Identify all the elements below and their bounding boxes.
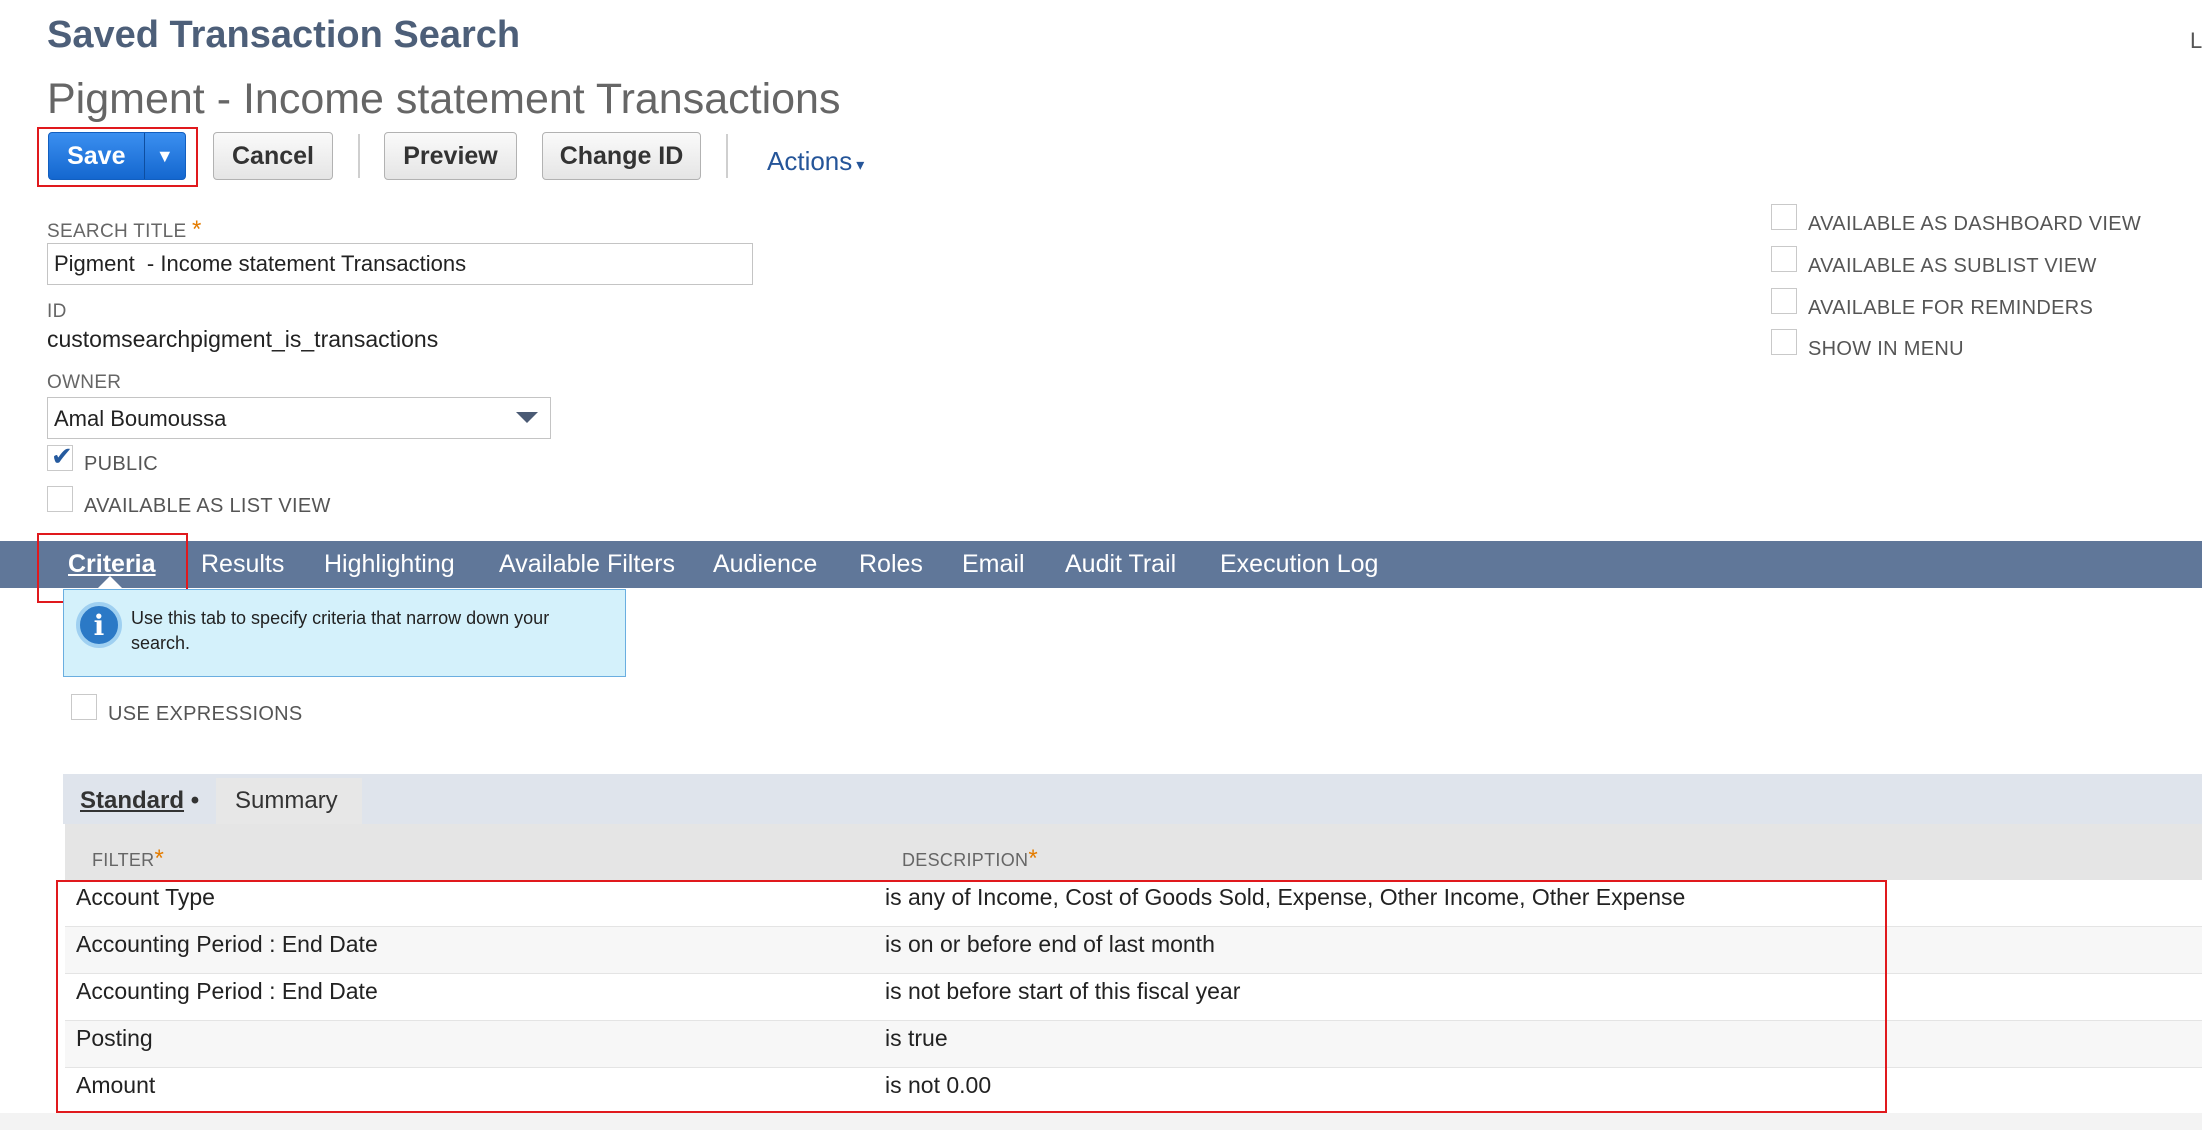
tab-available-filters[interactable]: Available Filters xyxy=(499,550,675,579)
id-label: ID xyxy=(47,301,67,322)
table-row[interactable]: Posting is true xyxy=(65,1021,2202,1068)
dashboard-view-label: AVAILABLE AS DASHBOARD VIEW xyxy=(1808,213,2142,235)
tab-audience[interactable]: Audience xyxy=(713,550,817,579)
subtab-standard[interactable]: Standard • xyxy=(80,787,199,815)
actions-menu[interactable]: Actions ▾ xyxy=(767,146,864,177)
sublist-view-checkbox[interactable] xyxy=(1771,246,1797,272)
show-in-menu-checkbox[interactable] xyxy=(1771,329,1797,355)
description-cell[interactable]: is true xyxy=(885,1025,948,1052)
filter-cell[interactable]: Accounting Period : End Date xyxy=(76,978,378,1005)
tab-audit-trail[interactable]: Audit Trail xyxy=(1065,550,1176,579)
filter-cell[interactable]: Account Type xyxy=(76,884,215,911)
tab-execution-log[interactable]: Execution Log xyxy=(1220,550,1378,579)
actions-label[interactable]: Actions xyxy=(767,146,852,176)
reminders-checkbox[interactable] xyxy=(1771,288,1797,314)
required-star-icon: * xyxy=(192,216,202,243)
table-row[interactable]: Amount is not 0.00 xyxy=(65,1068,2202,1115)
reminders-label: AVAILABLE FOR REMINDERS xyxy=(1808,297,2094,319)
page-title: Saved Transaction Search xyxy=(47,14,521,56)
description-cell[interactable]: is on or before end of last month xyxy=(885,931,1215,958)
table-row[interactable]: Account Type is any of Income, Cost of G… xyxy=(65,880,2202,927)
change-id-button[interactable]: Change ID xyxy=(542,132,701,180)
subtab-strip xyxy=(63,774,2202,824)
actions-caret-icon[interactable]: ▾ xyxy=(856,157,864,174)
description-cell[interactable]: is any of Income, Cost of Goods Sold, Ex… xyxy=(885,884,1685,911)
search-title-label: SEARCH TITLE * xyxy=(47,216,202,243)
use-expressions-checkbox[interactable] xyxy=(71,694,97,720)
save-menu-arrow-icon[interactable]: ▼ xyxy=(143,133,185,179)
required-star-icon: * xyxy=(1028,845,1038,872)
tab-email[interactable]: Email xyxy=(962,550,1025,579)
list-view-checkbox[interactable] xyxy=(47,486,73,512)
search-title-input[interactable] xyxy=(47,243,753,285)
tab-roles[interactable]: Roles xyxy=(859,550,923,579)
active-tab-pointer xyxy=(98,576,122,588)
info-message: i Use this tab to specify criteria that … xyxy=(63,589,626,677)
id-value: customsearchpigment_is_transactions xyxy=(47,326,439,352)
info-icon: i xyxy=(76,602,122,648)
toolbar-divider xyxy=(358,134,360,178)
info-text: Use this tab to specify criteria that na… xyxy=(131,608,550,653)
owner-value: Amal Boumoussa xyxy=(54,406,227,431)
tab-criteria[interactable]: Criteria xyxy=(68,550,156,579)
checkmark-icon: ✔ xyxy=(51,441,73,471)
description-cell[interactable]: is not 0.00 xyxy=(885,1072,991,1099)
owner-select[interactable]: Amal Boumoussa xyxy=(47,397,551,439)
filter-column-header: FILTER* xyxy=(92,845,165,872)
public-checkbox[interactable]: ✔ xyxy=(47,441,73,471)
use-expressions-label: USE EXPRESSIONS xyxy=(108,703,303,725)
dropdown-caret-icon[interactable] xyxy=(516,412,538,423)
tab-highlighting[interactable]: Highlighting xyxy=(324,550,455,579)
filter-cell[interactable]: Accounting Period : End Date xyxy=(76,931,378,958)
filter-cell[interactable]: Posting xyxy=(76,1025,153,1052)
table-row[interactable]: Accounting Period : End Date is on or be… xyxy=(65,927,2202,974)
description-column-header: DESCRIPTION* xyxy=(902,845,1038,872)
dashboard-view-checkbox[interactable] xyxy=(1771,204,1797,230)
cancel-button[interactable]: Cancel xyxy=(213,132,333,180)
show-in-menu-label: SHOW IN MENU xyxy=(1808,338,1964,360)
save-button[interactable]: Save ▼ xyxy=(48,132,186,180)
toolbar-divider xyxy=(726,134,728,178)
list-view-label: AVAILABLE AS LIST VIEW xyxy=(84,495,331,517)
sublist-view-label: AVAILABLE AS SUBLIST VIEW xyxy=(1808,255,2097,277)
tab-results[interactable]: Results xyxy=(201,550,284,579)
public-label: PUBLIC xyxy=(84,453,159,475)
corner-text: L xyxy=(2190,28,2202,53)
filter-cell[interactable]: Amount xyxy=(76,1072,155,1099)
required-star-icon: * xyxy=(154,845,165,872)
page-footer-strip xyxy=(0,1113,2202,1130)
table-row[interactable]: Accounting Period : End Date is not befo… xyxy=(65,974,2202,1021)
unsaved-dot: • xyxy=(190,787,200,814)
search-name-heading: Pigment - Income statement Transactions xyxy=(47,75,841,123)
owner-label: OWNER xyxy=(47,372,122,393)
criteria-table-header xyxy=(65,824,2202,880)
subtab-summary[interactable]: Summary xyxy=(235,787,338,815)
preview-button[interactable]: Preview xyxy=(384,132,517,180)
save-button-label[interactable]: Save xyxy=(49,142,144,171)
description-cell[interactable]: is not before start of this fiscal year xyxy=(885,978,1240,1005)
